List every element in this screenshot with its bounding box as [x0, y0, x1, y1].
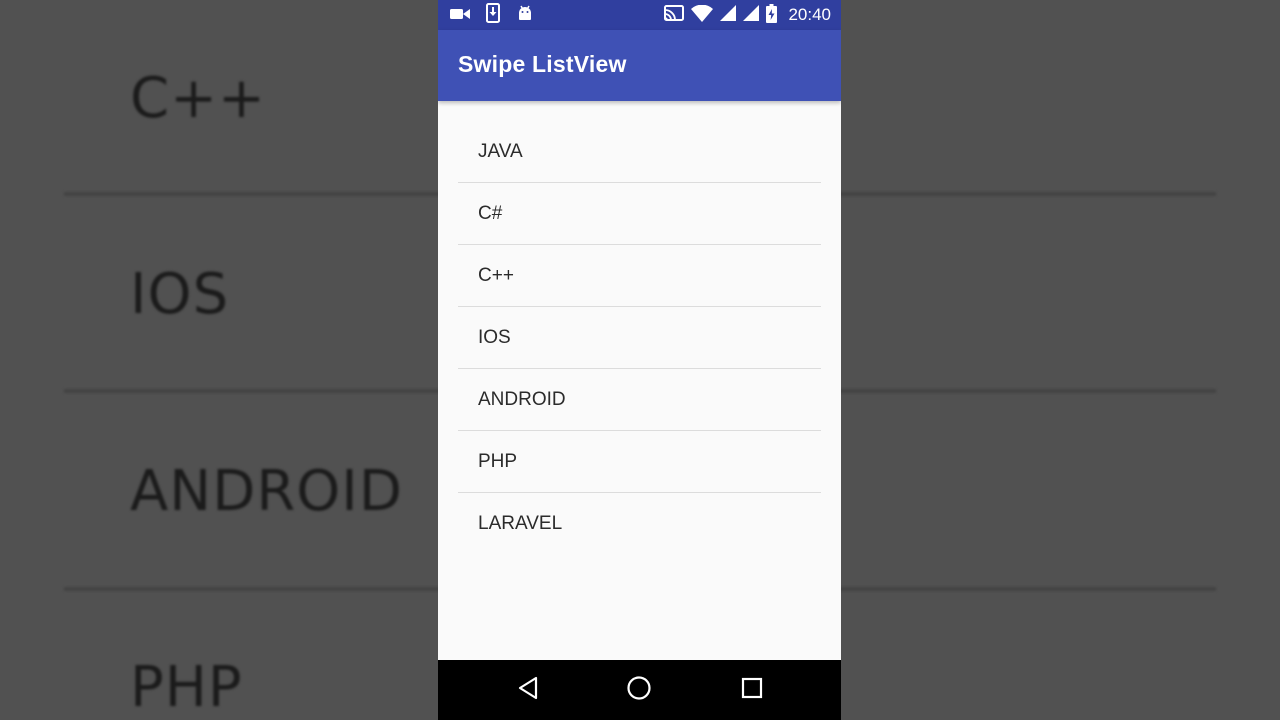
recents-icon — [741, 677, 763, 703]
recents-button[interactable] — [738, 676, 766, 704]
home-button[interactable] — [625, 676, 653, 704]
signal-icon — [720, 5, 737, 25]
list-item[interactable]: ANDROID — [458, 369, 821, 431]
list-item-label: PHP — [478, 451, 518, 472]
background-item-php: PHP — [130, 655, 243, 720]
status-bar-system-icons: 20:40 — [664, 3, 831, 27]
background-item-cpp: C++ — [130, 66, 266, 131]
list-item-label: IOS — [478, 327, 511, 348]
phone-download-icon — [486, 3, 500, 27]
status-bar: 20:40 — [438, 0, 841, 30]
phone-screen: 20:40 Swipe ListView JAVA C# C++ IOS AND… — [438, 0, 841, 720]
home-icon — [626, 675, 652, 705]
list-item[interactable]: C++ — [458, 245, 821, 307]
navigation-bar — [438, 660, 841, 720]
background-item-ios: IOS — [130, 262, 230, 327]
android-icon — [516, 4, 534, 26]
wifi-icon — [691, 4, 714, 26]
list-item-label: ANDROID — [478, 389, 566, 410]
list-item[interactable]: IOS — [458, 307, 821, 369]
back-button[interactable] — [514, 676, 542, 704]
back-icon — [517, 676, 539, 704]
list-item[interactable]: PHP — [458, 431, 821, 493]
signal-icon — [743, 5, 760, 25]
list-item[interactable]: LARAVEL — [458, 493, 821, 554]
background-item-android: ANDROID — [130, 459, 403, 524]
swipe-list-view[interactable]: JAVA C# C++ IOS ANDROID PHP LARAVEL — [458, 121, 821, 554]
status-bar-time: 20:40 — [788, 5, 831, 24]
cast-icon — [664, 5, 685, 25]
status-bar-notifications — [450, 3, 534, 27]
video-camera-icon — [450, 6, 470, 25]
app-title: Swipe ListView — [458, 51, 627, 77]
list-item-label: C# — [478, 203, 503, 224]
battery-charging-icon — [766, 3, 778, 27]
list-item[interactable]: C# — [458, 183, 821, 245]
list-item-label: JAVA — [478, 141, 523, 162]
app-bar: Swipe ListView — [438, 30, 841, 101]
list-item-label: LARAVEL — [478, 513, 563, 534]
list-item[interactable]: JAVA — [458, 121, 821, 183]
list-item-label: C++ — [478, 265, 514, 286]
